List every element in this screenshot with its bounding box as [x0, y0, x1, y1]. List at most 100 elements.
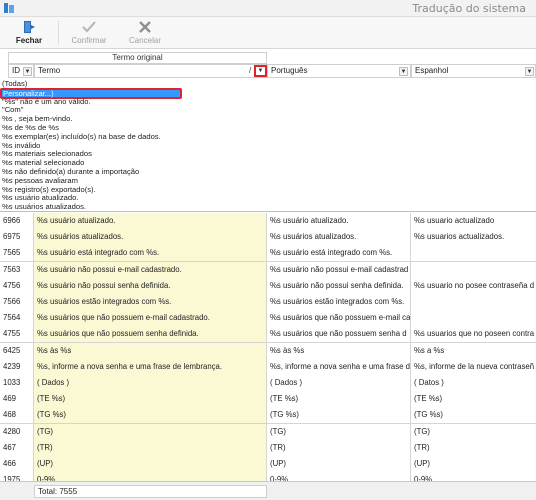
cell-espanhol[interactable]: %s usuario actualizado [411, 213, 536, 229]
filter-option[interactable]: "Com" [2, 105, 502, 114]
cell-portugues[interactable]: (TR) [267, 439, 411, 456]
filter-option[interactable]: %s pessoas avaliaram [2, 176, 502, 185]
cell-espanhol[interactable]: (TE %s) [411, 391, 536, 408]
filter-option[interactable]: %s de %s de %s [2, 123, 502, 132]
table-row[interactable]: 4756 %s usuário não possui senha definida… [0, 277, 536, 294]
cell-id[interactable]: 1033 [0, 375, 34, 391]
cell-espanhol[interactable]: %s a %s [411, 342, 536, 359]
cell-termo[interactable]: (UP) [34, 456, 267, 472]
cell-portugues[interactable]: (TG) [267, 423, 411, 440]
cell-termo[interactable]: %s usuário não possui e-mail cadastrado. [34, 261, 267, 278]
cell-termo[interactable]: %s usuários que não possuem e-mail cadas… [34, 310, 267, 327]
table-row[interactable]: 7563 %s usuário não possui e-mail cadastr… [0, 261, 536, 278]
cell-id[interactable]: 4280 [0, 423, 34, 440]
table-row[interactable]: 6975 %s usuários atualizados. %s usuários … [0, 229, 536, 246]
cell-termo[interactable]: 0-9% [34, 472, 267, 481]
cell-portugues[interactable]: %s usuário está integrado com %s. [267, 245, 411, 262]
cell-termo[interactable]: %s, informe a nova senha e uma frase de … [34, 358, 267, 375]
cell-termo[interactable]: %s às %s [34, 342, 267, 359]
cell-espanhol[interactable]: (TG) [411, 423, 536, 440]
cell-portugues[interactable]: 0-9% [267, 472, 411, 481]
cell-termo[interactable]: %s usuário está integrado com %s. [34, 245, 267, 262]
filter-option[interactable]: %s exemplar(es) incluído(s) na base de d… [2, 132, 502, 141]
cell-portugues[interactable]: %s às %s [267, 342, 411, 359]
cell-portugues[interactable]: %s usuário não possui e-mail cadastrad [267, 261, 411, 278]
filter-option[interactable]: %s , seja bem-vindo. [2, 114, 502, 123]
cell-espanhol[interactable] [411, 261, 536, 278]
confirm-button[interactable]: Confirmar [64, 20, 114, 48]
id-filter-dropdown-icon[interactable]: ▼ [23, 67, 32, 76]
table-row[interactable]: 1975 0-9% 0-9% 0-9% [0, 472, 536, 481]
table-row[interactable]: 4239 %s, informe a nova senha e uma frase… [0, 358, 536, 375]
cell-espanhol[interactable]: %s usuario no posee contraseña d [411, 277, 536, 294]
cell-id[interactable]: 7563 [0, 261, 34, 278]
cell-portugues[interactable]: %s usuário não possui senha definida. [267, 277, 411, 294]
cell-espanhol[interactable]: %s usuarios que no poseen contra [411, 326, 536, 343]
cell-portugues[interactable]: %s usuários estão integrados com %s. [267, 294, 411, 310]
cell-portugues[interactable]: %s, informe a nova senha e uma frase de [267, 358, 411, 375]
filter-option[interactable]: "%s" não é um ano válido. [2, 97, 502, 106]
cell-espanhol[interactable]: %s usuarios actualizados. [411, 229, 536, 246]
cell-termo[interactable]: %s usuários atualizados. [34, 229, 267, 246]
portugues-filter-dropdown-icon[interactable]: ▼ [399, 67, 408, 76]
cell-portugues[interactable]: (TE %s) [267, 391, 411, 408]
column-header-termo[interactable]: Termo / ▼ [34, 64, 267, 78]
column-header-id[interactable]: ID ▼ [8, 64, 34, 78]
cell-espanhol[interactable]: (UP) [411, 456, 536, 472]
cell-portugues[interactable]: ( Dados ) [267, 375, 411, 391]
cell-id[interactable]: 6975 [0, 229, 34, 246]
cell-termo[interactable]: (TG) [34, 423, 267, 440]
cell-termo[interactable]: %s usuário atualizado. [34, 213, 267, 229]
cell-termo[interactable]: (TG %s) [34, 407, 267, 424]
cell-id[interactable]: 469 [0, 391, 34, 408]
table-row[interactable]: 1033( Dados )( Dados )( Datos ) [0, 375, 536, 392]
cell-termo[interactable]: %s usuários que não possuem senha defini… [34, 326, 267, 343]
cell-portugues[interactable]: %s usuários que não possuem e-mail ca [267, 310, 411, 327]
cell-espanhol[interactable]: ( Datos ) [411, 375, 536, 391]
cell-id[interactable]: 4239 [0, 358, 34, 375]
cell-espanhol[interactable] [411, 245, 536, 262]
cell-id[interactable]: 7565 [0, 245, 34, 262]
cell-id[interactable]: 4755 [0, 326, 34, 343]
cell-espanhol[interactable]: (TR) [411, 439, 536, 456]
cell-id[interactable]: 466 [0, 456, 34, 472]
filter-option[interactable]: %s material selecionado [2, 158, 502, 167]
cell-espanhol[interactable]: %s, informe de la nueva contraseñ [411, 358, 536, 375]
cell-termo[interactable]: %s usuários estão integrados com %s. [34, 294, 267, 310]
cell-termo[interactable]: (TE %s) [34, 391, 267, 408]
table-row[interactable]: 7564 %s usuários que não possuem e-mail c… [0, 310, 536, 327]
cell-portugues[interactable]: %s usuário atualizado. [267, 213, 411, 229]
cell-id[interactable]: 6425 [0, 342, 34, 359]
table-row[interactable]: 4280 (TG) (TG) (TG) [0, 423, 536, 440]
table-row[interactable]: 468 (TG %s) (TG %s) (TG %s) [0, 407, 536, 424]
table-row[interactable]: 4755 %s usuários que não possuem senha de… [0, 326, 536, 343]
cancel-button[interactable]: Cancelar [120, 20, 170, 48]
column-header-espanhol[interactable]: Espanhol ▼ [411, 64, 536, 78]
cell-termo[interactable]: (TR) [34, 439, 267, 456]
table-row[interactable]: 6966 %s usuário atualizado. %s usuário atu… [0, 213, 536, 230]
table-row[interactable]: 469 (TE %s) (TE %s) (TE %s) [0, 391, 536, 408]
table-row[interactable]: 467 (TR) (TR) (TR) [0, 439, 536, 456]
cell-id[interactable]: 1975 [0, 472, 34, 481]
cell-portugues[interactable]: (UP) [267, 456, 411, 472]
table-row[interactable]: 466 (UP) (UP) (UP) [0, 456, 536, 473]
table-row[interactable]: 7566 %s usuários estão integrados com %s.… [0, 294, 536, 311]
filter-option[interactable]: %s materiais selecionados [2, 149, 502, 158]
cell-portugues[interactable]: %s usuários que não possuem senha d [267, 326, 411, 343]
column-header-portugues[interactable]: Português ▼ [267, 64, 411, 78]
filter-option[interactable]: %s usuário atualizado. [2, 193, 502, 202]
cell-id[interactable]: 6966 [0, 213, 34, 229]
cell-espanhol[interactable] [411, 294, 536, 310]
cell-portugues[interactable]: (TG %s) [267, 407, 411, 424]
espanhol-filter-dropdown-icon[interactable]: ▼ [525, 67, 534, 76]
table-row[interactable]: 6425 %s às %s %s às %s %s a %s [0, 342, 536, 359]
cell-termo[interactable]: ( Dados ) [34, 375, 267, 391]
cell-id[interactable]: 7566 [0, 294, 34, 310]
cell-espanhol[interactable] [411, 310, 536, 327]
cell-espanhol[interactable]: (TG %s) [411, 407, 536, 424]
close-button[interactable]: Fechar [4, 20, 54, 48]
cell-id[interactable]: 467 [0, 439, 34, 456]
termo-filter-dropdown-icon[interactable]: ▼ [254, 65, 267, 77]
filter-option[interactable]: %s registro(s) exportado(s). [2, 185, 502, 194]
cell-id[interactable]: 4756 [0, 277, 34, 294]
